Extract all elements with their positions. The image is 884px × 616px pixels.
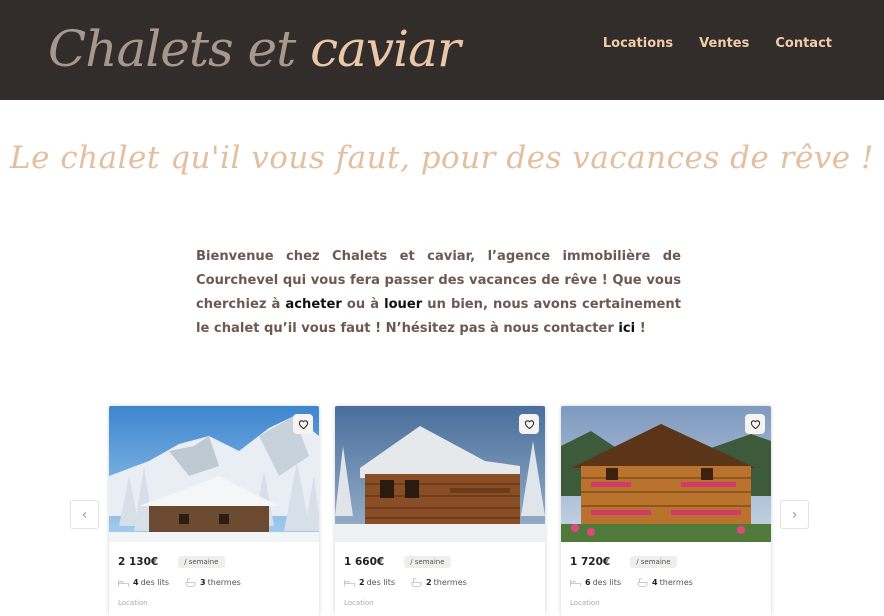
listing-price: 1 720€ bbox=[570, 556, 611, 568]
listing-photo[interactable] bbox=[561, 406, 771, 542]
baths-count: 2 bbox=[426, 578, 432, 587]
nav-locations[interactable]: Locations bbox=[603, 36, 673, 52]
favorite-button[interactable] bbox=[745, 414, 765, 434]
listing-card[interactable]: 1 720€ / semaine 6 des lits 4 thermes Lo… bbox=[561, 406, 771, 616]
listing-price: 2 130€ bbox=[118, 556, 159, 568]
beds-label: des lits bbox=[366, 578, 396, 587]
price-unit-badge: / semaine bbox=[178, 556, 225, 568]
nav-ventes[interactable]: Ventes bbox=[699, 36, 749, 52]
bath-icon bbox=[411, 578, 422, 587]
logo-part2: caviar bbox=[310, 20, 461, 78]
intro-paragraph: Bienvenue chez Chalets et caviar, l’agen… bbox=[196, 245, 681, 341]
nav-contact[interactable]: Contact bbox=[775, 36, 832, 52]
baths-count: 3 bbox=[200, 578, 206, 587]
intro-text-4: ! bbox=[635, 321, 646, 336]
site-header: Chalets et caviar Locations Ventes Conta… bbox=[0, 0, 884, 100]
chevron-left-icon: ‹ bbox=[81, 506, 88, 523]
listing-type: Location bbox=[118, 599, 148, 607]
chevron-right-icon: › bbox=[791, 506, 798, 523]
hero-slogan: Le chalet qu'il vous faut, pour des vaca… bbox=[10, 140, 874, 176]
carousel-prev-button[interactable]: ‹ bbox=[70, 500, 99, 529]
favorite-button[interactable] bbox=[519, 414, 539, 434]
bath-icon bbox=[185, 578, 196, 587]
listing-card[interactable]: 2 130€ / semaine 4 des lits 3 thermes Lo… bbox=[109, 406, 319, 616]
logo-part1: Chalets et bbox=[48, 20, 296, 78]
link-louer[interactable]: louer bbox=[384, 297, 422, 312]
listing-info: 1 660€ / semaine 2 des lits 2 thermes Lo… bbox=[335, 542, 545, 607]
listing-type: Location bbox=[570, 599, 600, 607]
listing-photo[interactable] bbox=[109, 406, 319, 542]
beds-count: 6 bbox=[585, 578, 591, 587]
heart-icon bbox=[750, 420, 760, 429]
heart-icon bbox=[524, 420, 534, 429]
baths-label: thermes bbox=[659, 578, 693, 587]
bed-icon bbox=[344, 579, 355, 587]
baths-count: 4 bbox=[652, 578, 658, 587]
listing-info: 2 130€ / semaine 4 des lits 3 thermes Lo… bbox=[109, 542, 319, 607]
bed-icon bbox=[570, 579, 581, 587]
baths-label: thermes bbox=[433, 578, 467, 587]
main-nav: Locations Ventes Contact bbox=[603, 36, 832, 52]
listing-info: 1 720€ / semaine 6 des lits 4 thermes Lo… bbox=[561, 542, 771, 607]
site-logo[interactable]: Chalets et caviar bbox=[48, 14, 461, 84]
beds-count: 4 bbox=[133, 578, 139, 587]
price-unit-badge: / semaine bbox=[404, 556, 451, 568]
bath-icon bbox=[637, 578, 648, 587]
link-acheter[interactable]: acheter bbox=[285, 297, 341, 312]
price-unit-badge: / semaine bbox=[630, 556, 677, 568]
listing-price: 1 660€ bbox=[344, 556, 385, 568]
bed-icon bbox=[118, 579, 129, 587]
listing-photo[interactable] bbox=[335, 406, 545, 542]
baths-label: thermes bbox=[207, 578, 241, 587]
beds-label: des lits bbox=[140, 578, 170, 587]
intro-text-2: ou à bbox=[341, 297, 385, 312]
heart-icon bbox=[298, 420, 308, 429]
beds-label: des lits bbox=[592, 578, 622, 587]
listing-type: Location bbox=[344, 599, 374, 607]
beds-count: 2 bbox=[359, 578, 365, 587]
carousel-next-button[interactable]: › bbox=[780, 500, 809, 529]
link-contact-ici[interactable]: ici bbox=[618, 321, 635, 336]
favorite-button[interactable] bbox=[293, 414, 313, 434]
listing-card[interactable]: 1 660€ / semaine 2 des lits 2 thermes Lo… bbox=[335, 406, 545, 616]
